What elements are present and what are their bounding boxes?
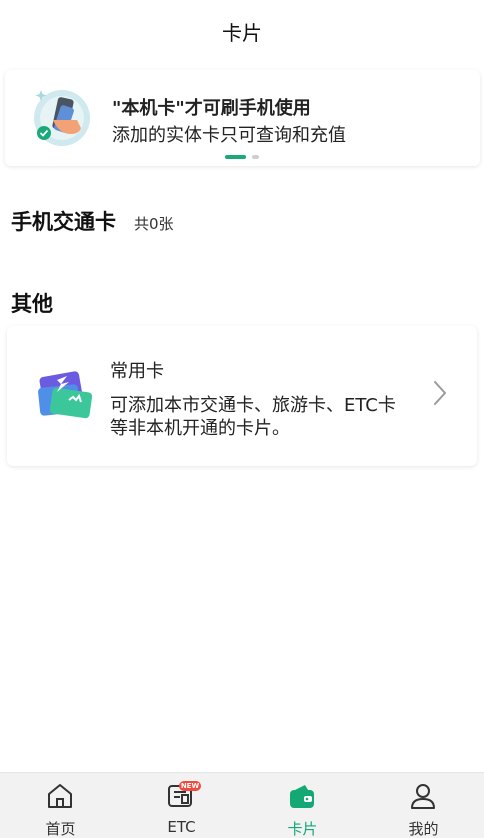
carousel-dot-active — [225, 155, 246, 159]
transit-card-count: 共0张 — [134, 215, 174, 233]
promo-banner[interactable]: "本机卡"才可刷手机使用 添加的实体卡只可查询和充值 — [5, 70, 480, 166]
chevron-right-icon[interactable] — [431, 378, 449, 408]
banner-subtitle: 添加的实体卡只可查询和充值 — [112, 125, 346, 146]
common-card-description: 可添加本市交通卡、旅游卡、ETC卡等非本机开通的卡片。 — [110, 395, 396, 439]
wallet-icon — [290, 785, 314, 808]
common-card-title: 常用卡 — [110, 361, 164, 382]
bottom-tab-bar: 首页 NEW ETC 卡片 我的 — [0, 772, 484, 838]
tab-me[interactable]: 我的 — [363, 773, 484, 838]
tab-home[interactable]: 首页 — [0, 773, 121, 838]
tab-home-label: 首页 — [45, 820, 76, 838]
other-section-title: 其他 — [11, 292, 53, 316]
tab-etc[interactable]: NEW ETC — [121, 773, 242, 838]
tab-etc-label: ETC — [167, 818, 196, 836]
person-icon — [411, 784, 435, 809]
new-badge: NEW — [179, 781, 201, 791]
tab-cards[interactable]: 卡片 — [242, 773, 363, 838]
tab-cards-label: 卡片 — [287, 820, 318, 838]
nfc-phone-illustration-icon — [34, 90, 90, 146]
common-card-item[interactable]: 常用卡 可添加本市交通卡、旅游卡、ETC卡等非本机开通的卡片。 — [7, 326, 477, 466]
transit-section-title: 手机交通卡 — [11, 210, 116, 234]
carousel-dot — [252, 155, 259, 159]
home-icon — [48, 784, 72, 808]
banner-title: "本机卡"才可刷手机使用 — [112, 98, 311, 119]
tab-me-label: 我的 — [408, 820, 439, 838]
cards-illustration-icon — [38, 371, 93, 419]
page-title: 卡片 — [222, 21, 262, 45]
